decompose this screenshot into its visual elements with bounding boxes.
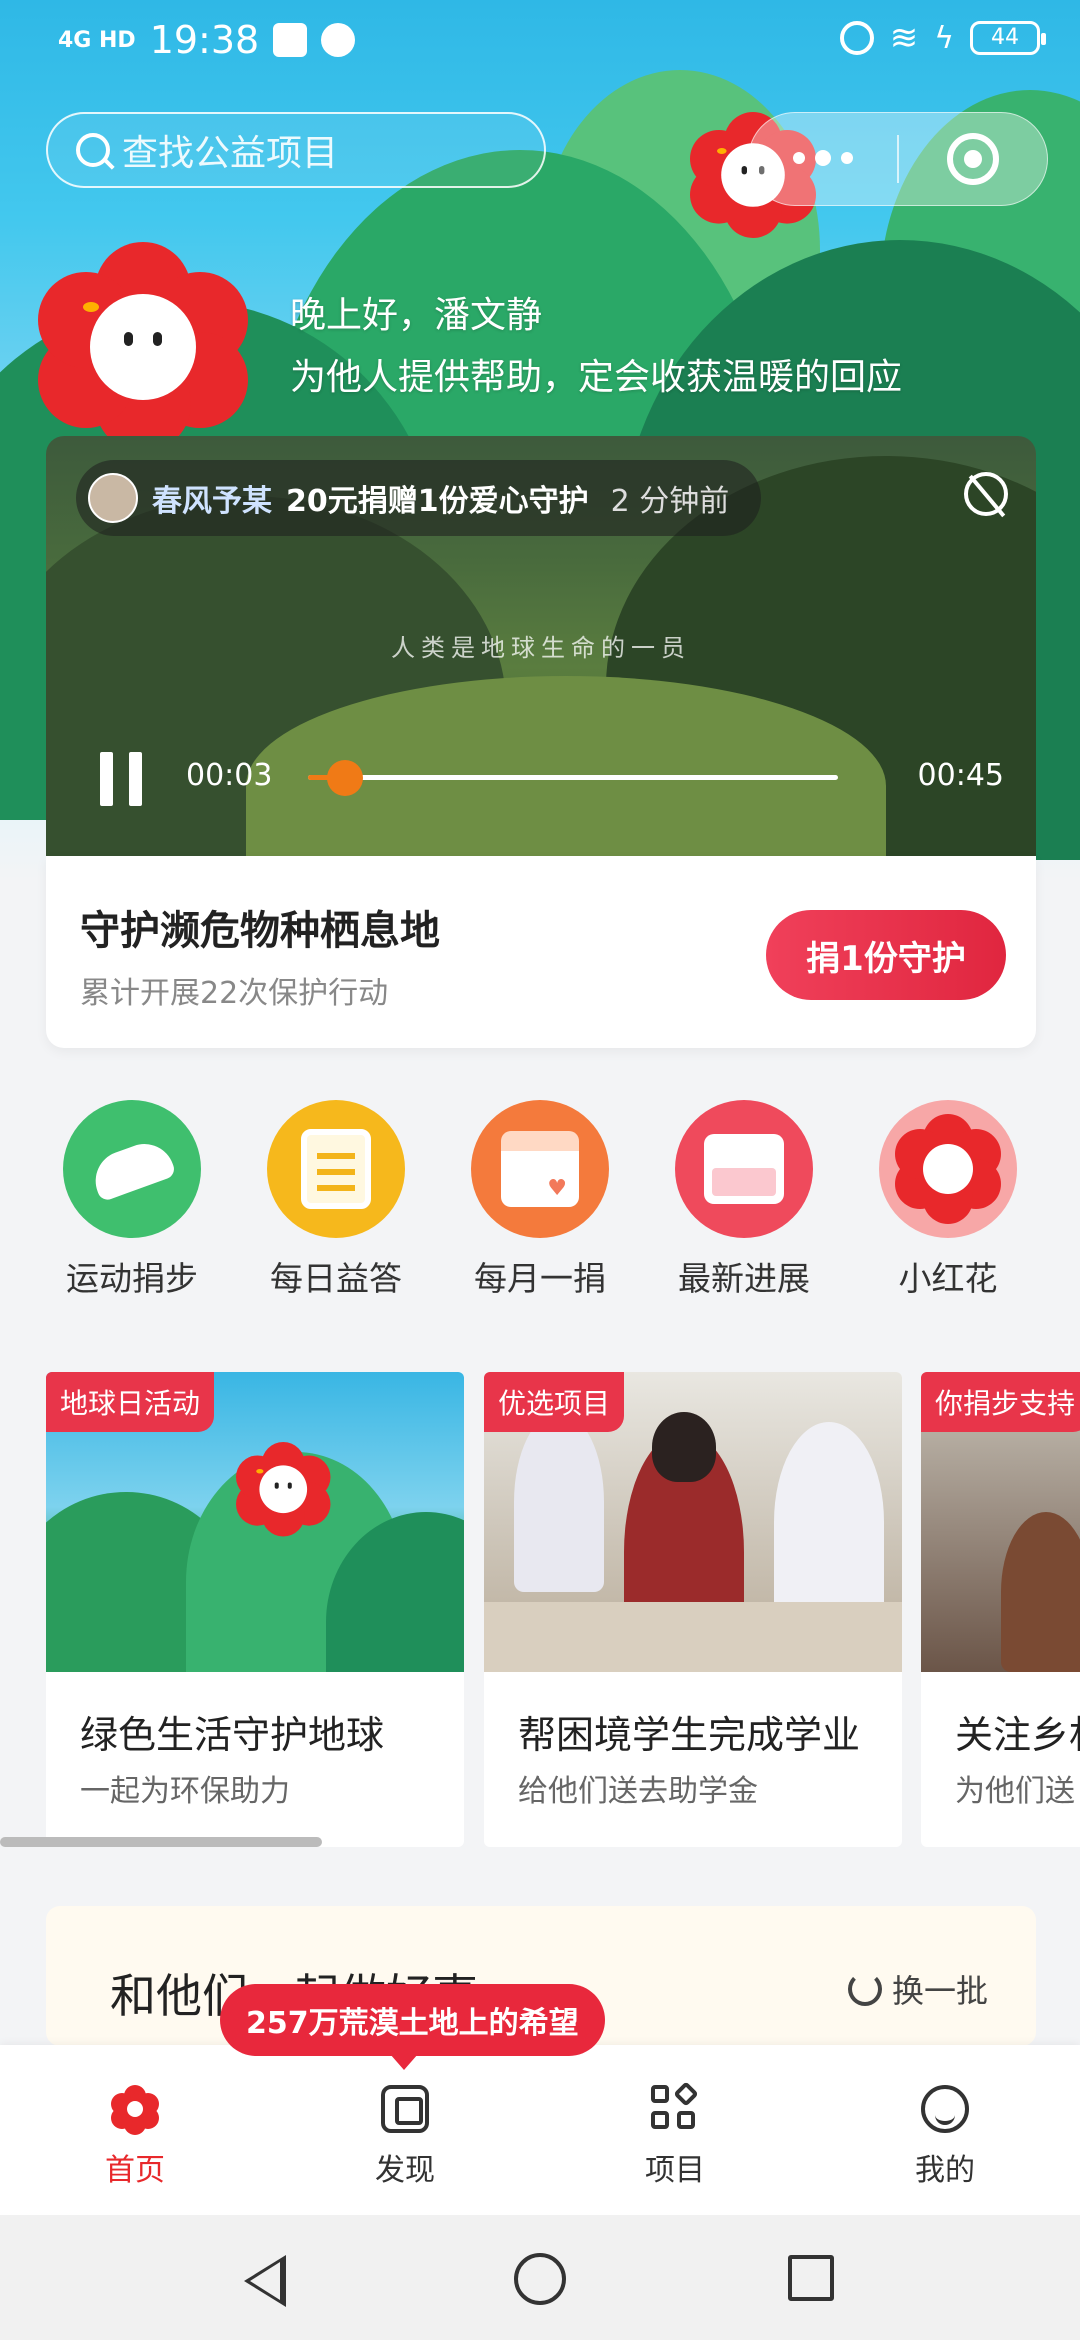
card-tag: 你捐步支持	[921, 1372, 1080, 1432]
tab-me[interactable]: 我的	[845, 2085, 1045, 2189]
signal-icon: 4G HD	[58, 27, 136, 53]
quick-action-monthly[interactable]: 每月一捐	[438, 1100, 642, 1310]
inbox-icon	[704, 1134, 784, 1204]
project-subtitle: 累计开展22次保护行动	[80, 976, 389, 1011]
progress-thumb[interactable]	[327, 760, 364, 796]
refresh-icon	[847, 1972, 882, 2006]
tab-label: 发现	[375, 2153, 435, 2188]
bottom-tab-bar: 首页 发现 项目 我的	[0, 2045, 1080, 2215]
quick-action-circle	[63, 1100, 201, 1238]
mute-icon[interactable]	[964, 472, 1008, 516]
charging-icon: ϟ	[934, 20, 954, 56]
close-target-icon	[947, 133, 999, 185]
message-app-icon	[273, 23, 308, 57]
video-player[interactable]: 春风予某 20元捐赠1份爱心守护 2 分钟前 人类是地球生命的一员 00:03 …	[46, 436, 1036, 856]
current-time: 00:03	[186, 758, 273, 793]
quick-action-circle	[879, 1100, 1017, 1238]
feature-card[interactable]: 你捐步支持 关注乡村 为他们送	[921, 1372, 1080, 1847]
quick-action-label: 最新进展	[678, 1259, 810, 1298]
back-icon[interactable]	[244, 2255, 286, 2307]
progress-slider[interactable]	[308, 760, 838, 796]
close-button[interactable]	[899, 113, 1047, 205]
battery-icon: 44	[970, 21, 1046, 55]
tab-label: 我的	[915, 2153, 975, 2188]
card-subtitle: 一起为环保助力	[80, 1774, 290, 1809]
quick-action-circle	[675, 1100, 813, 1238]
quick-action-progress[interactable]: 最新进展	[642, 1100, 846, 1310]
card-title: 关注乡村	[955, 1713, 1080, 1757]
greeting-subtitle: 为他人提供帮助，定会收获温暖的回应	[290, 357, 903, 398]
quick-action-label: 每日益答	[270, 1259, 402, 1298]
clipboard-icon	[301, 1129, 371, 1209]
quick-action-label: 每月一捐	[474, 1259, 606, 1298]
promo-bubble[interactable]: 257万荒漠土地上的希望	[220, 1984, 605, 2070]
tab-label: 项目	[645, 2153, 705, 2188]
home-icon[interactable]	[514, 2253, 566, 2305]
donation-ticker: 春风予某 20元捐赠1份爱心守护 2 分钟前	[76, 460, 762, 536]
system-navigation-bar	[0, 2215, 1080, 2340]
refresh-button[interactable]: 换一批	[847, 1966, 988, 2012]
more-button[interactable]	[749, 113, 897, 205]
donation-time: 2 分钟前	[610, 484, 730, 519]
tab-discover[interactable]: 发现	[305, 2085, 505, 2189]
quick-action-label: 小红花	[898, 1259, 998, 1298]
donate-button[interactable]: 捐1份守护	[766, 910, 1006, 1000]
card-tag: 地球日活动	[46, 1372, 215, 1432]
flower-icon	[893, 1114, 1003, 1224]
greeting-title: 晚上好，潘文静	[290, 295, 543, 336]
feature-card[interactable]: 优选项目 帮困境学生完成学业 给他们送去助学金	[484, 1372, 902, 1847]
recents-icon[interactable]	[788, 2255, 834, 2301]
feature-card[interactable]: 地球日活动 绿色生活守护地球 一起为环保助力	[46, 1372, 464, 1847]
discover-icon	[381, 2085, 429, 2133]
video-caption: 人类是地球生命的一员	[391, 634, 691, 662]
mini-program-capsule	[748, 112, 1048, 206]
card-subtitle: 为他们送	[955, 1774, 1075, 1809]
status-bar: 4G HD 19:38 ≋ ϟ 44	[0, 0, 1080, 84]
tab-projects[interactable]: 项目	[575, 2081, 775, 2189]
quick-action-steps[interactable]: 运动捐步	[30, 1100, 234, 1310]
total-time: 00:45	[917, 758, 1004, 793]
carousel-scroll-indicator	[0, 1837, 322, 1847]
greeting: 晚上好，潘文静 为他人提供帮助，定会收获温暖的回应	[290, 285, 902, 409]
flower-home-icon	[111, 2085, 159, 2135]
card-title: 帮困境学生完成学业	[518, 1713, 861, 1757]
quick-action-quiz[interactable]: 每日益答	[234, 1100, 438, 1310]
pause-icon[interactable]	[100, 752, 142, 806]
tab-label: 首页	[105, 2153, 165, 2188]
card-subtitle: 给他们送去助学金	[518, 1774, 758, 1809]
project-title: 守护濒危物种栖息地	[80, 908, 440, 954]
quick-action-flower[interactable]: 小红花	[846, 1100, 1050, 1310]
chat-icon	[321, 23, 356, 57]
wifi-icon: ≋	[889, 18, 919, 58]
card-title: 绿色生活守护地球	[80, 1713, 385, 1757]
refresh-label: 换一批	[891, 1972, 988, 2010]
alarm-icon	[839, 21, 874, 55]
tab-home[interactable]: 首页	[35, 2085, 235, 2189]
feature-card-carousel[interactable]: 地球日活动 绿色生活守护地球 一起为环保助力 优选项目 帮困境学生完成学业 给他…	[0, 1372, 1080, 1847]
quick-actions: 运动捐步 每日益答 每月一捐 最新进展 小红	[30, 1100, 1050, 1310]
calendar-icon	[501, 1131, 579, 1207]
search-placeholder: 查找公益项目	[122, 133, 339, 174]
quick-action-circle	[471, 1100, 609, 1238]
smiley-icon	[921, 2085, 969, 2133]
sneaker-icon	[87, 1135, 177, 1203]
card-tag: 优选项目	[484, 1372, 625, 1432]
quick-action-label: 运动捐步	[66, 1259, 198, 1298]
donor-name: 春风予某	[152, 484, 272, 519]
clock: 19:38	[149, 18, 260, 62]
search-icon	[76, 133, 110, 167]
donation-action: 20元捐赠1份爱心守护	[286, 484, 589, 519]
mascot-avatar[interactable]	[38, 242, 248, 452]
more-icon	[793, 150, 853, 166]
search-input[interactable]: 查找公益项目	[46, 112, 546, 188]
grid-icon	[651, 2081, 699, 2133]
project-card[interactable]: 守护濒危物种栖息地 累计开展22次保护行动 捐1份守护	[46, 856, 1036, 1048]
donor-avatar	[88, 473, 138, 523]
quick-action-circle	[267, 1100, 405, 1238]
